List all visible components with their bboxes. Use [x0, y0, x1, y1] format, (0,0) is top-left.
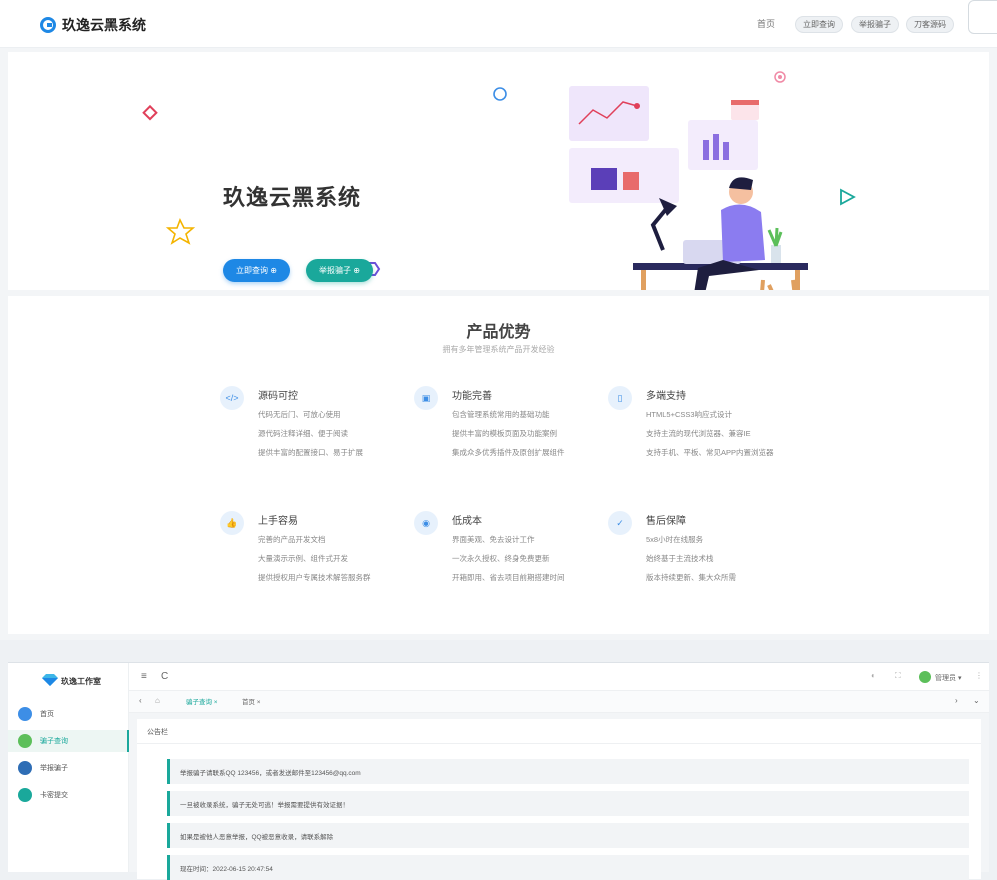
sidebar-item-label: 骗子查询: [40, 738, 68, 745]
report-icon: [18, 761, 32, 775]
feature-title: 低成本: [452, 516, 482, 527]
site-logo-text[interactable]: 玖逸云黑系统: [62, 15, 146, 35]
feature-line: 包含管理系统常用的基础功能: [452, 410, 550, 419]
admin-toolbar: ≡ C ◐ ⛶ 管理员 ▾ ⋮: [129, 663, 989, 691]
fullscreen-icon[interactable]: ⛶: [895, 671, 901, 681]
card-icon: [18, 788, 32, 802]
feature-line: 提供丰富的配置接口、易于扩展: [258, 448, 363, 457]
divider: [137, 743, 981, 744]
sidebar-item-report[interactable]: 举报骗子: [8, 757, 129, 779]
feature-card: ✓ 售后保障 5x8小时在线服务 始终基于主流技术栈 版本持续更新、集大众所需: [608, 511, 798, 611]
tab-query[interactable]: 骗子查询 ×: [181, 696, 223, 709]
admin-panel: 玖逸工作室 首页 骗子查询 举报骗子 卡密提交 ≡ C ◐ ⛶ 管理员 ▾ ⋮: [8, 662, 989, 880]
feature-line: 支持手机、平板、常见APP内置浏览器: [646, 448, 774, 457]
hero-illustration: [569, 86, 808, 290]
feature-line: 始终基于主流技术栈: [646, 554, 714, 563]
hero-decorations: [142, 71, 856, 276]
sidebar-item-query[interactable]: 骗子查询: [8, 730, 129, 752]
chevron-down-icon[interactable]: ⌄: [973, 696, 980, 705]
brand-name: 玖逸工作室: [61, 677, 101, 686]
features-subtitle: 拥有多年管理系统产品开发经验: [442, 345, 555, 354]
target-icon: ◉: [414, 511, 438, 535]
feature-card: </> 源码可控 代码无后门、可放心使用 源代码注释详细、便于阅读 提供丰富的配…: [220, 386, 410, 486]
feature-line: 一次永久授权、终身免费更新: [452, 554, 550, 563]
feature-line: 提供授权用户专属技术解答服务群: [258, 573, 371, 582]
sidebar-item-label: 卡密提交: [40, 792, 68, 799]
feature-line: 版本持续更新、集大众所需: [646, 573, 736, 582]
feature-card: ▯ 多端支持 HTML5+CSS3响应式设计 支持主流的现代浏览器、兼容IE 支…: [608, 386, 798, 486]
feature-title: 上手容易: [258, 516, 298, 527]
nav-query-button[interactable]: 立即查询: [795, 16, 843, 33]
feature-line: 界面美观、免去设计工作: [452, 535, 535, 544]
feature-line: 源代码注释详细、便于阅读: [258, 429, 348, 438]
home-icon: [18, 707, 32, 721]
notice-text: 一旦被收录系统，骗子无处可逃！举报需要提供有效证据！: [180, 802, 349, 809]
search-icon: [18, 734, 32, 748]
hero-title: 玖逸云黑系统: [223, 185, 362, 210]
notice-text: 现在时间：2022-06-15 20:47:54: [180, 866, 273, 873]
thumbs-up-icon: 👍: [220, 511, 244, 535]
feature-line: 代码无后门、可放心使用: [258, 410, 341, 419]
feature-line: HTML5+CSS3响应式设计: [646, 410, 733, 419]
notice-item: 现在时间：2022-06-15 20:47:54: [167, 855, 969, 880]
notice-text: 如果是被他人恶意举报，QQ被恶意收录，请联系解除: [180, 834, 334, 841]
user-menu[interactable]: 管理员 ▾: [935, 673, 961, 683]
template-icon: ▣: [414, 386, 438, 410]
features-title: 产品优势: [466, 324, 531, 341]
tab-home[interactable]: 首页 ×: [237, 696, 266, 709]
check-shield-icon: ✓: [608, 511, 632, 535]
notice-card: 公告栏 举报骗子请联系QQ 123456，或者发送邮件至123456@qq.co…: [137, 719, 981, 880]
main-area: ≡ C ◐ ⛶ 管理员 ▾ ⋮ ‹ ⌂ 骗子查询 × 首页 × › ⌄ 公告栏 …: [129, 663, 989, 880]
tab-next-icon[interactable]: ›: [955, 696, 958, 705]
feature-title: 源码可控: [258, 391, 298, 402]
corner-card: [968, 0, 997, 34]
feature-line: 大量演示示例、组件式开发: [258, 554, 348, 563]
notice-item: 举报骗子请联系QQ 123456，或者发送邮件至123456@qq.com: [167, 759, 969, 784]
nav-home-link[interactable]: 首页: [757, 17, 775, 30]
feature-card: 👍 上手容易 完善的产品开发文档 大量演示示例、组件式开发 提供授权用户专属技术…: [220, 511, 410, 611]
feature-title: 功能完善: [452, 391, 492, 402]
sidebar-item-card-submit[interactable]: 卡密提交: [8, 784, 129, 806]
code-icon: </>: [220, 386, 244, 410]
feature-line: 集成众多优秀插件及原创扩展组件: [452, 448, 565, 457]
nav-source-button[interactable]: 刀客源码: [906, 16, 954, 33]
feature-title: 售后保障: [646, 516, 686, 527]
feature-line: 开箱即用、省去项目前期搭建时间: [452, 573, 565, 582]
menu-toggle-icon[interactable]: ≡: [141, 671, 147, 682]
more-icon[interactable]: ⋮: [975, 671, 983, 680]
hero-query-button[interactable]: 立即查询 ⊕: [223, 259, 290, 282]
nav-report-button[interactable]: 举报骗子: [851, 16, 899, 33]
website-section: 玖逸云黑系统 首页 立即查询 举报骗子 刀客源码 玖逸云黑系统 立即查询 ⊕ 举…: [0, 0, 997, 640]
theme-icon[interactable]: ◐: [871, 671, 876, 680]
feature-card: ◉ 低成本 界面美观、免去设计工作 一次永久授权、终身免费更新 开箱即用、省去项…: [414, 511, 604, 611]
feature-title: 多端支持: [646, 391, 686, 402]
feature-line: 提供丰富的模板页面及功能案例: [452, 429, 557, 438]
tab-prev-icon[interactable]: ‹: [139, 696, 142, 705]
home-tab-icon[interactable]: ⌂: [155, 696, 160, 705]
top-navbar: 玖逸云黑系统 首页 立即查询 举报骗子 刀客源码: [0, 0, 997, 48]
notice-item: 如果是被他人恶意举报，QQ被恶意收录，请联系解除: [167, 823, 969, 848]
avatar[interactable]: [919, 671, 931, 683]
sidebar-item-label: 举报骗子: [40, 765, 68, 772]
notice-item: 一旦被收录系统，骗子无处可逃！举报需要提供有效证据！: [167, 791, 969, 816]
feature-line: 5x8小时在线服务: [646, 535, 704, 544]
sidebar-item-label: 首页: [40, 711, 54, 718]
mobile-icon: ▯: [608, 386, 632, 410]
feature-line: 完善的产品开发文档: [258, 535, 326, 544]
feature-card: ▣ 功能完善 包含管理系统常用的基础功能 提供丰富的模板页面及功能案例 集成众多…: [414, 386, 604, 486]
content-area: 公告栏 举报骗子请联系QQ 123456，或者发送邮件至123456@qq.co…: [129, 713, 989, 880]
logo-icon: [40, 17, 56, 33]
sidebar-item-home[interactable]: 首页: [8, 703, 129, 725]
notice-heading: 公告栏: [147, 729, 168, 736]
hero-report-button[interactable]: 举报骗子 ⊕: [306, 259, 373, 282]
tab-bar: ‹ ⌂ 骗子查询 × 首页 × › ⌄: [129, 691, 989, 713]
hero-banner: 玖逸云黑系统 立即查询 ⊕ 举报骗子 ⊕: [8, 52, 989, 290]
sidebar: 玖逸工作室 首页 骗子查询 举报骗子 卡密提交: [8, 663, 129, 872]
diamond-icon: [42, 674, 58, 686]
features-section: 产品优势 拥有多年管理系统产品开发经验 </> 源码可控 代码无后门、可放心使用…: [8, 296, 989, 634]
refresh-icon[interactable]: C: [161, 671, 168, 682]
feature-line: 支持主流的现代浏览器、兼容IE: [646, 429, 751, 438]
notice-text: 举报骗子请联系QQ 123456，或者发送邮件至123456@qq.com: [180, 770, 361, 777]
